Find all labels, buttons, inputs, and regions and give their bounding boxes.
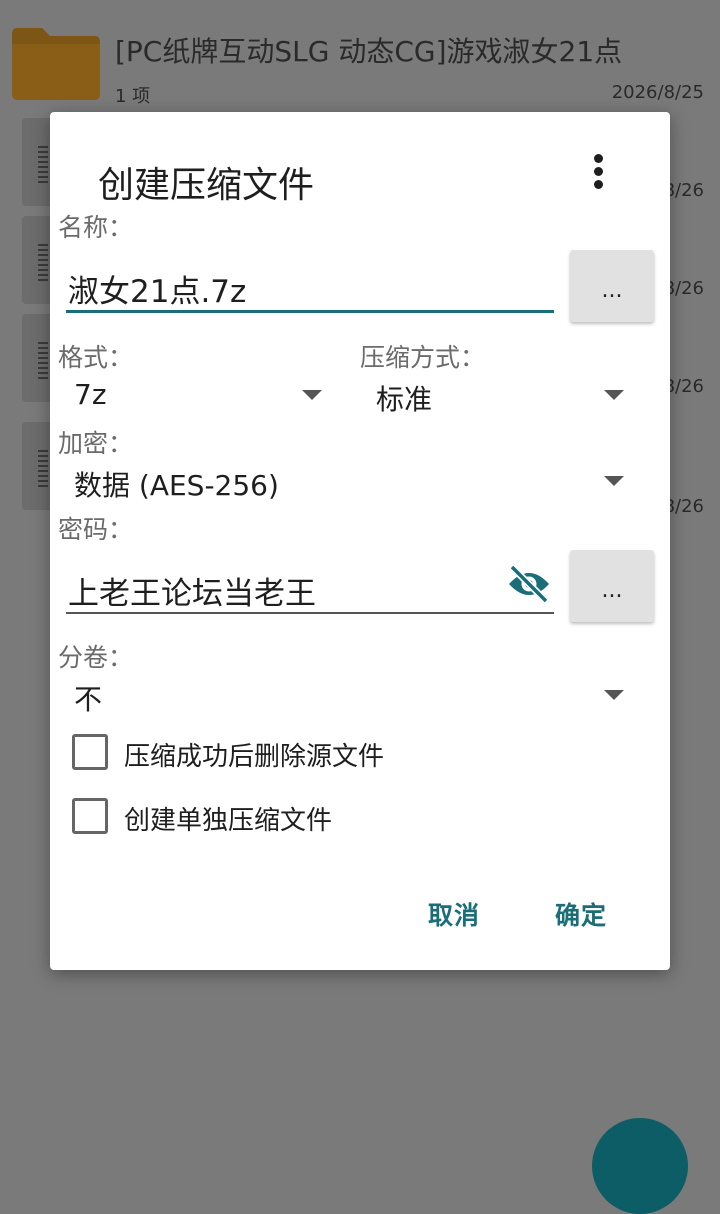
compression-method-label: 压缩方式： bbox=[360, 343, 486, 372]
format-value: 7z bbox=[74, 378, 107, 411]
archive-name-underline bbox=[66, 310, 554, 313]
split-dropdown-arrow-icon bbox=[604, 690, 624, 700]
floating-action-button[interactable] bbox=[592, 1118, 688, 1214]
method-dropdown-arrow-icon bbox=[604, 390, 624, 400]
password-underline bbox=[66, 612, 554, 614]
compression-method-value: 标准 bbox=[376, 383, 433, 416]
create-archive-dialog: 创建压缩文件 名称： 淑女21点.7z ... 格式： 压缩方式： 7z 标准 … bbox=[50, 112, 670, 970]
more-options-icon[interactable] bbox=[586, 154, 610, 194]
delete-source-label[interactable]: 压缩成功后删除源文件 bbox=[124, 736, 384, 773]
folder-icon bbox=[12, 28, 100, 100]
visibility-off-icon[interactable] bbox=[506, 564, 552, 604]
list-item-folder[interactable]: [PC纸牌互动SLG 动态CG]游戏淑女21点 1 项 2026/8/25 bbox=[0, 0, 720, 112]
ok-button[interactable]: 确定 bbox=[555, 896, 607, 932]
archive-name-input[interactable]: 淑女21点.7z bbox=[68, 266, 246, 311]
folder-date: 2026/8/25 bbox=[611, 82, 704, 103]
encryption-value: 数据 (AES-256) bbox=[74, 469, 279, 502]
dialog-title: 创建压缩文件 bbox=[98, 165, 315, 206]
folder-item-count: 1 项 bbox=[115, 86, 151, 107]
delete-source-checkbox[interactable] bbox=[72, 734, 108, 770]
folder-title: [PC纸牌互动SLG 动态CG]游戏淑女21点 bbox=[115, 35, 623, 68]
encryption-dropdown-arrow-icon bbox=[604, 476, 624, 486]
name-label: 名称： bbox=[58, 213, 134, 242]
browse-destination-button[interactable]: ... bbox=[570, 250, 654, 322]
cancel-button[interactable]: 取消 bbox=[428, 896, 480, 932]
format-dropdown-arrow-icon bbox=[302, 390, 322, 400]
format-label: 格式： bbox=[58, 343, 134, 372]
separate-archive-label[interactable]: 创建单独压缩文件 bbox=[124, 800, 332, 837]
password-label: 密码： bbox=[58, 515, 134, 544]
encryption-label: 加密： bbox=[58, 429, 134, 458]
password-input[interactable]: 上老王论坛当老王 bbox=[68, 568, 316, 613]
password-options-button[interactable]: ... bbox=[570, 550, 654, 622]
separate-archive-checkbox[interactable] bbox=[72, 798, 108, 834]
split-label: 分卷： bbox=[58, 643, 134, 672]
split-value: 不 bbox=[74, 683, 103, 716]
